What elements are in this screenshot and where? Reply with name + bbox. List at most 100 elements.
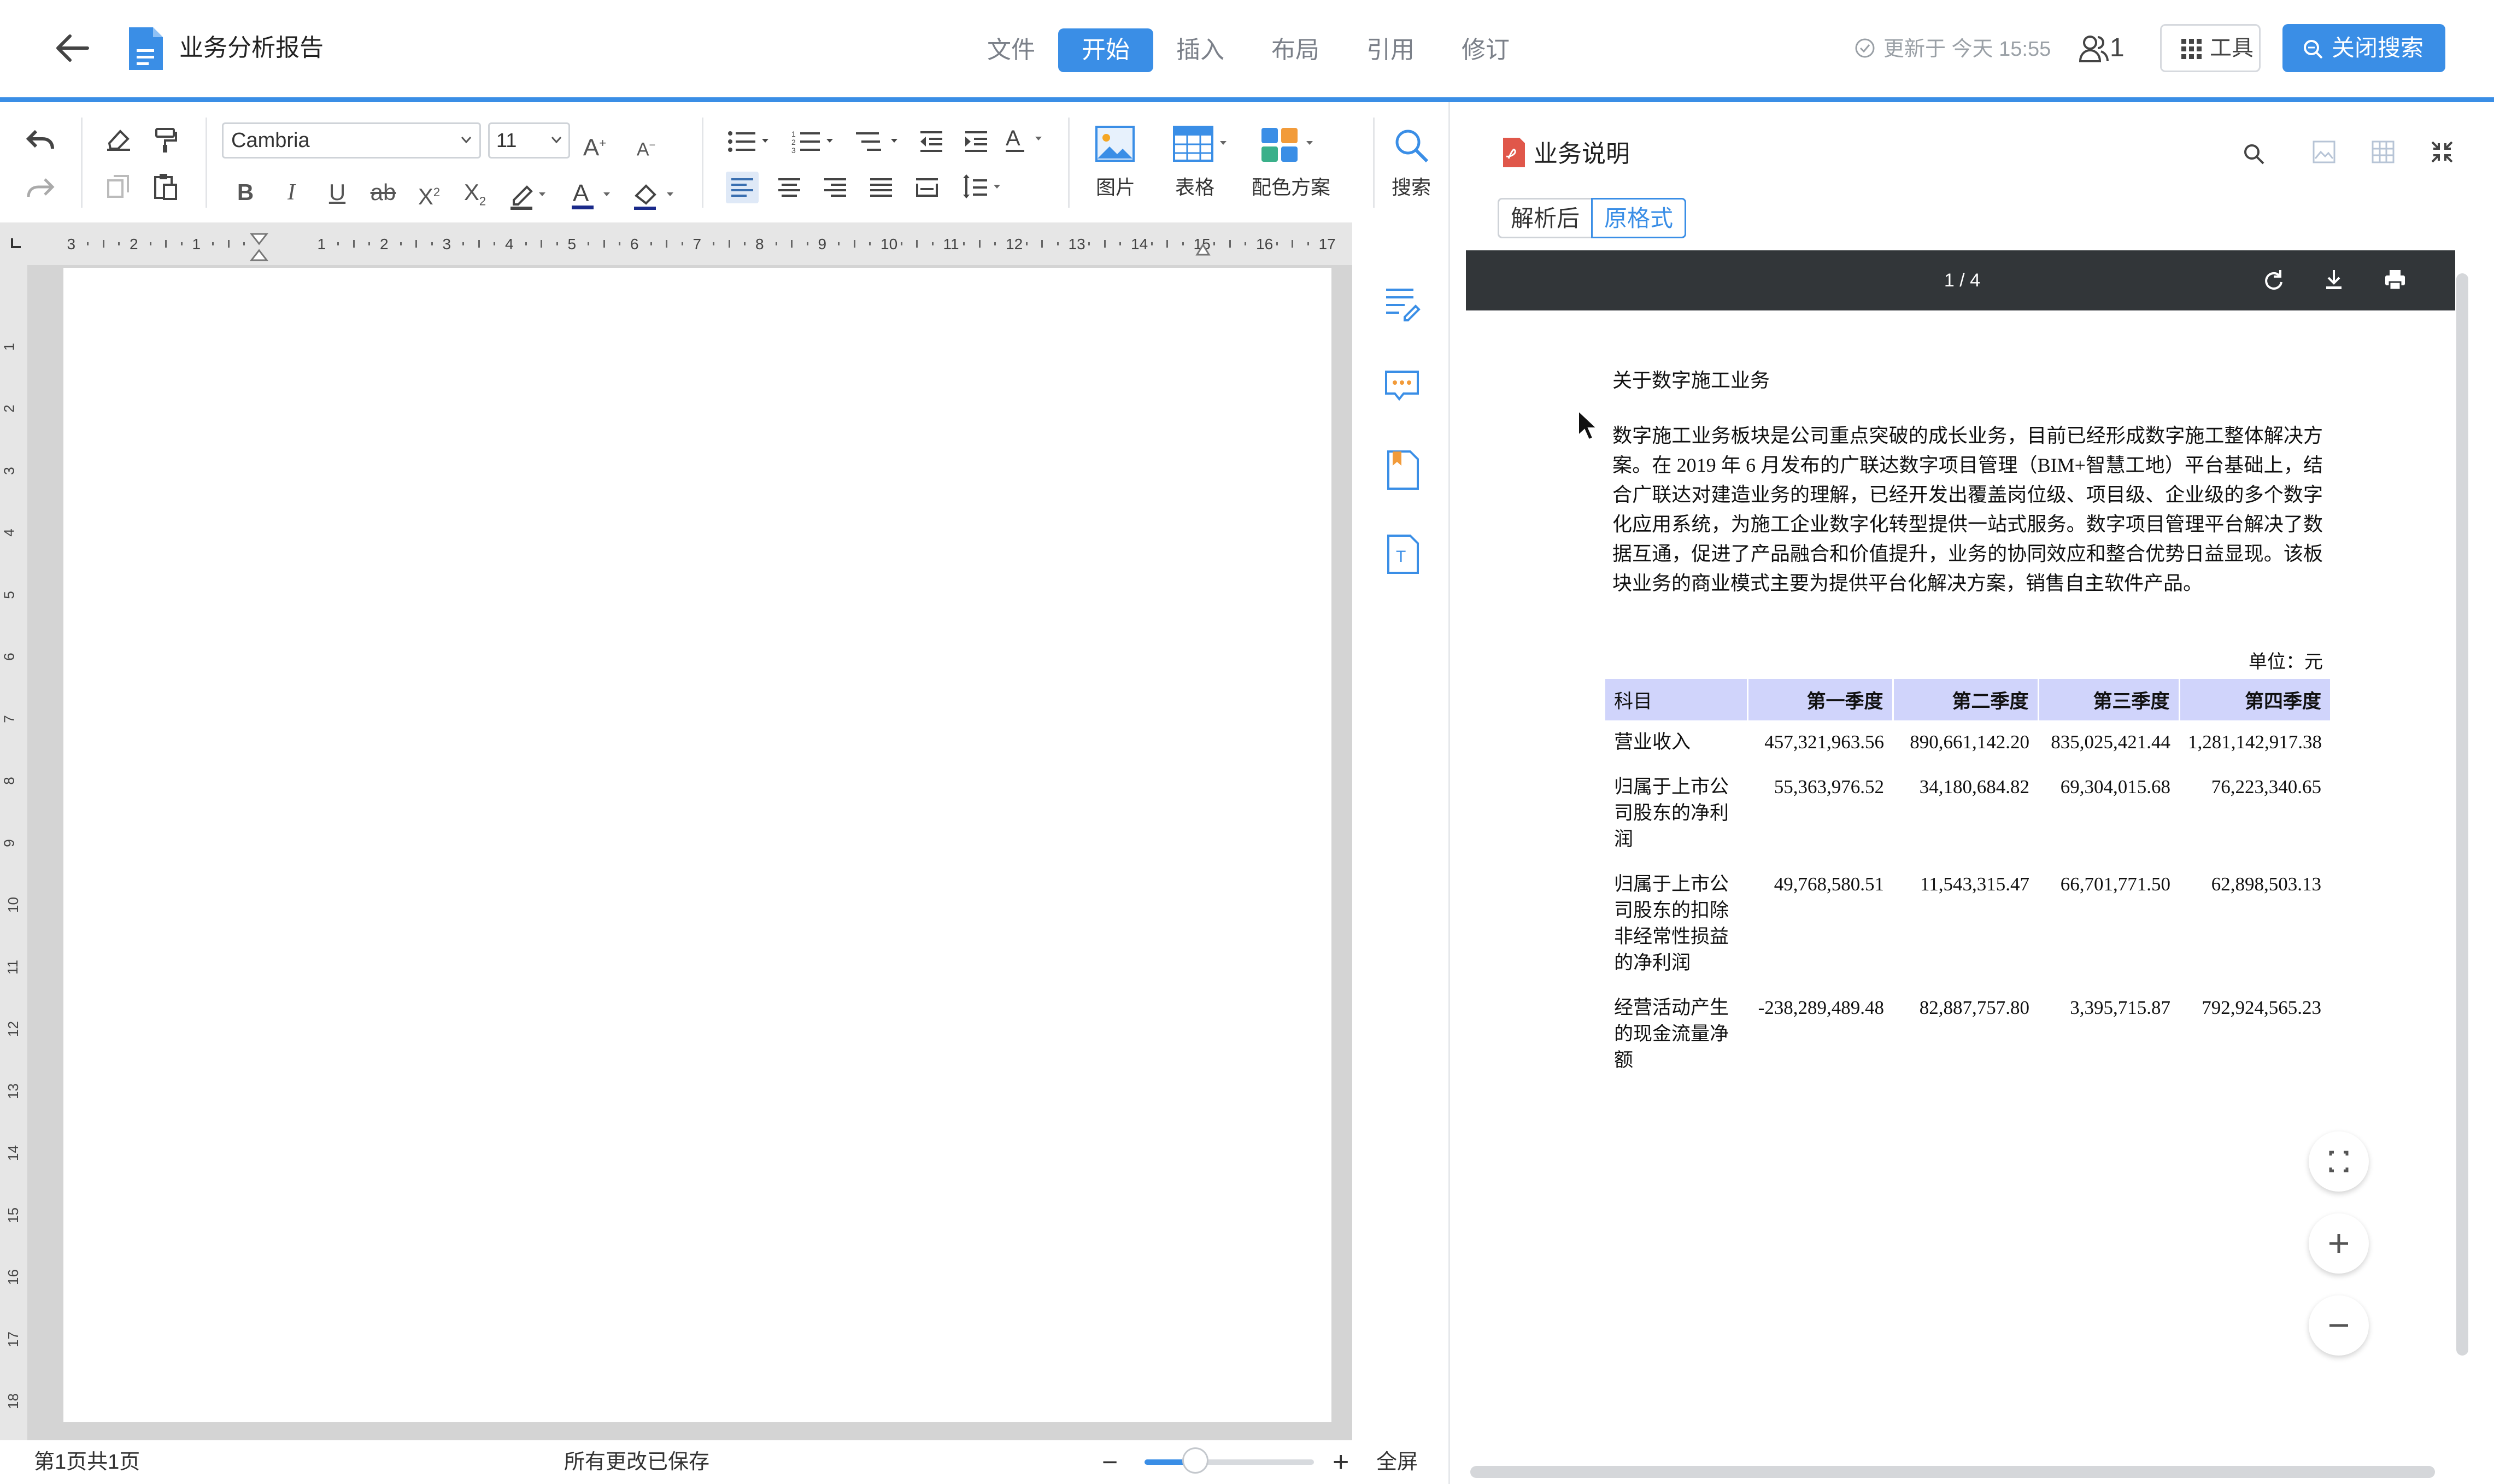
distributed-align-icon[interactable] xyxy=(911,172,943,203)
preview-search-icon[interactable] xyxy=(2242,142,2266,166)
zoom-in-float-button[interactable] xyxy=(2309,1213,2369,1274)
right-margin-marker-icon[interactable] xyxy=(1195,241,1211,257)
ruler-tick-mark xyxy=(541,240,543,248)
menu-reference[interactable]: 引用 xyxy=(1358,28,1423,72)
highlight-color-icon[interactable] xyxy=(507,180,551,211)
decrease-indent-icon[interactable] xyxy=(918,129,946,154)
format-painter-icon[interactable] xyxy=(152,127,179,154)
close-search-button[interactable]: 关闭搜索 xyxy=(2282,24,2445,72)
insert-picture-button[interactable]: 图片 xyxy=(1087,125,1145,201)
menu-file[interactable]: 文件 xyxy=(978,28,1044,72)
collaborators-icon[interactable] xyxy=(2077,32,2110,64)
ruler-tick-mark xyxy=(650,242,652,245)
align-center-icon[interactable] xyxy=(773,172,806,203)
decrease-font-icon[interactable]: A− xyxy=(630,129,662,166)
preview-image-icon[interactable] xyxy=(2312,140,2336,164)
justify-icon[interactable] xyxy=(865,172,897,203)
line-spacing-icon[interactable] xyxy=(958,172,1007,203)
eraser-icon[interactable] xyxy=(105,127,132,152)
font-family-select[interactable]: Cambria xyxy=(222,122,481,159)
menu-insert[interactable]: 插入 xyxy=(1167,28,1233,72)
ruler-tick-label: 13 xyxy=(4,1083,21,1099)
bold-icon[interactable]: B xyxy=(232,176,259,209)
svg-text:A: A xyxy=(1006,126,1020,150)
ruler-tick-label: 4 xyxy=(505,236,514,253)
ruler-tick-mark xyxy=(227,240,230,248)
insert-table-button[interactable]: 表格 xyxy=(1167,125,1239,201)
download-icon[interactable] xyxy=(2322,268,2346,292)
tab-parsed[interactable]: 解析后 xyxy=(1498,198,1593,238)
zoom-slider-thumb[interactable] xyxy=(1182,1447,1208,1474)
text-box-icon[interactable]: T xyxy=(1385,533,1420,575)
underline-icon[interactable]: U xyxy=(324,176,351,209)
fill-color-icon[interactable] xyxy=(631,180,677,211)
tools-button[interactable]: 工具 xyxy=(2160,24,2261,72)
comment-icon[interactable] xyxy=(1383,367,1421,406)
bookmark-icon[interactable] xyxy=(1385,449,1420,491)
color-scheme-button[interactable]: 配色方案 xyxy=(1247,125,1335,201)
table-cell: 62,898,503.13 xyxy=(2211,873,2321,895)
table-header-cell: 第四季度 xyxy=(2179,679,2330,720)
increase-font-icon[interactable]: A+ xyxy=(578,127,611,165)
rotate-icon[interactable] xyxy=(2261,268,2285,292)
vertical-scrollbar[interactable] xyxy=(2456,273,2468,1356)
menu-home[interactable]: 开始 xyxy=(1058,28,1153,72)
table-cell: 69,304,015.68 xyxy=(2060,776,2170,797)
undo-icon[interactable] xyxy=(24,126,57,153)
align-right-icon[interactable] xyxy=(819,172,852,203)
horizontal-scrollbar[interactable] xyxy=(1470,1466,2435,1478)
ruler-tick-mark xyxy=(212,242,214,245)
indent-marker-icon[interactable] xyxy=(249,232,269,265)
back-arrow-icon[interactable] xyxy=(52,31,92,66)
ruler-tick-label: 9 xyxy=(1,838,17,847)
zoom-in-button[interactable]: + xyxy=(1333,1440,1349,1484)
ruler-tick-mark xyxy=(963,242,965,245)
ruler-tick-mark xyxy=(180,242,183,245)
superscript-icon[interactable]: X2 xyxy=(415,176,443,213)
ruler-tick-label: 12 xyxy=(4,1021,21,1037)
redo-icon[interactable] xyxy=(24,174,57,201)
font-color-icon[interactable]: A xyxy=(568,179,612,211)
table-cell: 经营活动产生的现金流量净额 xyxy=(1614,997,1729,1071)
fullscreen-button[interactable]: 全屏 xyxy=(1376,1440,1418,1484)
table-cell: 3,395,715.87 xyxy=(2070,997,2170,1018)
preview-table-icon[interactable] xyxy=(2371,140,2395,164)
zoom-slider[interactable] xyxy=(1145,1447,1314,1474)
ruler-tick-label: 7 xyxy=(1,714,17,723)
increase-indent-icon[interactable] xyxy=(963,129,990,154)
zoom-out-float-button[interactable] xyxy=(2309,1295,2369,1356)
align-left-icon[interactable] xyxy=(726,172,759,203)
menu-revision[interactable]: 修订 xyxy=(1453,28,1518,72)
table-cell: 11,543,315.47 xyxy=(1920,873,2029,895)
paste-icon[interactable] xyxy=(153,173,178,200)
table-header-cell: 第二季度 xyxy=(1893,679,2039,720)
subscript-icon[interactable]: X2 xyxy=(461,176,489,218)
font-size-select[interactable]: 11 xyxy=(488,122,570,159)
fit-screen-button[interactable] xyxy=(2309,1131,2369,1192)
strikethrough-icon[interactable]: ab xyxy=(369,176,397,209)
collapse-icon[interactable] xyxy=(2430,140,2454,164)
zoom-out-button[interactable]: − xyxy=(1102,1440,1118,1484)
multilevel-list-icon[interactable] xyxy=(856,129,902,154)
outline-icon[interactable] xyxy=(1383,284,1421,322)
text-direction-icon[interactable]: A xyxy=(1005,126,1048,154)
table-cell: -238,289,489.48 xyxy=(1758,997,1884,1018)
numbered-list-icon[interactable]: 123 xyxy=(791,129,837,154)
ruler-tick-label: 18 xyxy=(4,1393,21,1409)
ruler-tick-label: 10 xyxy=(881,236,898,253)
bullet-list-icon[interactable] xyxy=(727,129,773,154)
ruler-tick-mark xyxy=(478,240,480,248)
picture-icon xyxy=(1094,125,1136,165)
page-count: 第1页共1页 xyxy=(34,1451,140,1474)
tab-original[interactable]: 原格式 xyxy=(1591,198,1686,238)
search-button[interactable]: 搜索 xyxy=(1385,125,1437,201)
copy-icon[interactable] xyxy=(106,174,131,199)
menu-layout[interactable]: 布局 xyxy=(1263,28,1328,72)
ruler-tick-mark xyxy=(1292,240,1294,248)
print-icon[interactable] xyxy=(2383,268,2407,292)
document-page[interactable] xyxy=(63,268,1331,1422)
italic-icon[interactable]: I xyxy=(278,176,305,209)
ruler-tick-mark xyxy=(806,242,808,245)
header-accent-line xyxy=(0,97,2494,102)
ruler-tick-mark xyxy=(1166,240,1169,248)
